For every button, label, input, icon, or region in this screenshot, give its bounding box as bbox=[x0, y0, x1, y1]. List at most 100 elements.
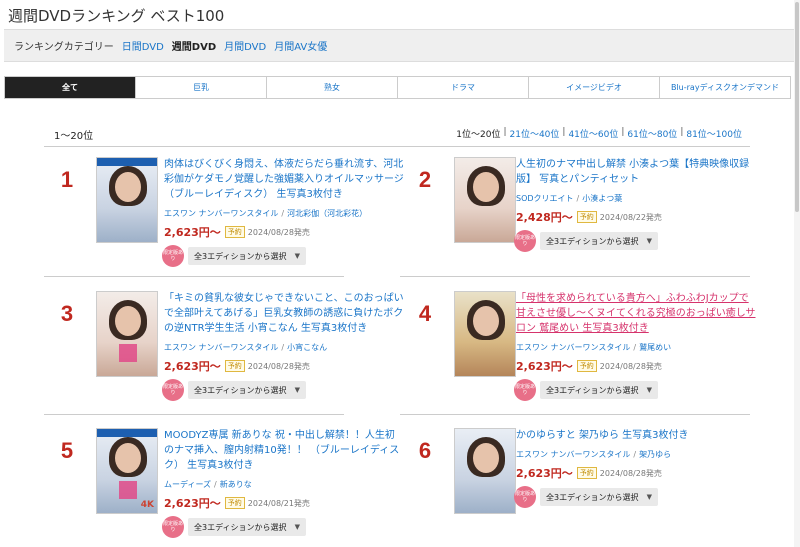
release-date: 2024/08/28発売 bbox=[599, 361, 662, 371]
limited-edition-badge: 限定版あり bbox=[514, 230, 536, 252]
product-cover-image[interactable] bbox=[454, 428, 516, 514]
preorder-badge: 予約 bbox=[576, 360, 597, 372]
range-1-20: 1位〜20位 bbox=[456, 130, 501, 140]
price: 2,623円〜 bbox=[164, 497, 221, 510]
product-cover-image[interactable]: 4K bbox=[96, 428, 158, 514]
edition-select-label: 全3エディションから選択 bbox=[546, 492, 639, 502]
edition-select[interactable]: 全3エディションから選択 ▼ bbox=[188, 518, 306, 536]
edition-select-label: 全3エディションから選択 bbox=[546, 385, 639, 395]
ranking-item-4: 4 「母性を求められている貴方へ」ふわふわJカップで甘えさせ優し〜くヌイてくれる… bbox=[410, 291, 756, 411]
range-61-80[interactable]: 61位〜80位 bbox=[627, 127, 677, 140]
range-81-100[interactable]: 81位〜100位 bbox=[686, 127, 742, 140]
rank-number: 3 bbox=[60, 301, 74, 326]
range-separator: | bbox=[562, 127, 566, 137]
actress-link[interactable]: 架乃ゆら bbox=[639, 450, 671, 459]
price: 2,623円〜 bbox=[516, 467, 573, 480]
preorder-badge: 予約 bbox=[224, 497, 245, 509]
ranking-item-3: 3 「キミの貧乳な彼女じゃできないこと、このおっぱいで全部叶えてあげる」巨乳女教… bbox=[52, 291, 404, 411]
maker-link[interactable]: エスワン ナンバーワンスタイル bbox=[164, 209, 278, 218]
product-cover-image[interactable] bbox=[96, 291, 158, 377]
edition-select-label: 全3エディションから選択 bbox=[194, 522, 287, 532]
edition-select[interactable]: 全3エディションから選択 ▼ bbox=[540, 381, 658, 399]
category-daily-dvd[interactable]: 日間DVD bbox=[122, 38, 164, 53]
tab-bluray-on-demand[interactable]: Blu-rayディスクオンデマンド bbox=[659, 77, 790, 98]
edition-select[interactable]: 全3エディションから選択 ▼ bbox=[188, 247, 306, 265]
release-date: 2024/08/22発売 bbox=[599, 212, 662, 222]
scrollbar-thumb[interactable] bbox=[795, 2, 799, 212]
preorder-badge: 予約 bbox=[224, 226, 245, 238]
price: 2,623円〜 bbox=[516, 360, 573, 373]
price: 2,428円〜 bbox=[516, 211, 573, 224]
maker-link[interactable]: エスワン ナンバーワンスタイル bbox=[516, 450, 630, 459]
actress-link[interactable]: 新ありな bbox=[220, 480, 252, 489]
limited-edition-badge: 限定版あり bbox=[162, 379, 184, 401]
rank-number: 2 bbox=[418, 167, 432, 192]
product-title-link[interactable]: 肉体はびくびく身悶え、体液だらだら垂れ流す、河北彩伽がケダモノ覚醒した強媚薬入り… bbox=[164, 157, 404, 202]
category-monthly-actress[interactable]: 月間AV女優 bbox=[274, 38, 327, 53]
product-cover-image[interactable] bbox=[454, 157, 516, 243]
edition-select[interactable]: 全3エディションから選択 ▼ bbox=[188, 381, 306, 399]
edition-select-label: 全3エディションから選択 bbox=[546, 236, 639, 246]
4k-mark: 4K bbox=[140, 500, 154, 510]
page-title: 週間DVDランキング ベスト100 bbox=[8, 7, 225, 25]
release-date: 2024/08/28発売 bbox=[247, 361, 310, 371]
edition-select[interactable]: 全3エディションから選択 ▼ bbox=[540, 488, 658, 506]
maker-link[interactable]: エスワン ナンバーワンスタイル bbox=[516, 343, 630, 352]
divider bbox=[44, 414, 344, 415]
range-41-60[interactable]: 41位〜60位 bbox=[568, 127, 618, 140]
product-title-link[interactable]: 人生初のナマ中出し解禁 小湊よつ葉【特典映像収録版】 写真とパンティセット bbox=[516, 157, 756, 187]
tab-all[interactable]: 全て bbox=[5, 77, 135, 98]
divider bbox=[400, 414, 750, 415]
rank-number: 6 bbox=[418, 438, 432, 463]
category-bar: ランキングカテゴリー 日間DVD 週間DVD 月間DVD 月間AV女優 bbox=[4, 29, 796, 62]
limited-edition-badge: 限定版あり bbox=[162, 516, 184, 538]
genre-tabs: 全て 巨乳 熟女 ドラマ イメージビデオ Blu-rayディスクオンデマンド bbox=[4, 76, 791, 99]
release-date: 2024/08/28発売 bbox=[247, 227, 310, 237]
limited-edition-badge: 限定版あり bbox=[514, 486, 536, 508]
chevron-down-icon: ▼ bbox=[646, 386, 652, 394]
ranking-item-5: 5 4K MOODYZ専属 新ありな 祝・中出し解禁！！人生初のナマ挿入、膣内射… bbox=[52, 428, 399, 547]
tab-drama[interactable]: ドラマ bbox=[397, 77, 528, 98]
edition-select-label: 全3エディションから選択 bbox=[194, 385, 287, 395]
product-title-link[interactable]: 「母性を求められている貴方へ」ふわふわJカップで甘えさせ優し〜くヌイてくれる究極… bbox=[516, 291, 756, 336]
current-range-label: 1〜20位 bbox=[54, 131, 94, 142]
edition-select-label: 全3エディションから選択 bbox=[194, 251, 287, 261]
divider bbox=[44, 146, 750, 147]
release-date: 2024/08/21発売 bbox=[247, 498, 310, 508]
actress-link[interactable]: 鷲尾めい bbox=[639, 343, 671, 352]
actress-link[interactable]: 小宵こなん bbox=[287, 343, 327, 352]
ranking-item-1: 1 肉体はびくびく身悶え、体液だらだら垂れ流す、河北彩伽がケダモノ覚醒した強媚薬… bbox=[52, 157, 404, 277]
maker-link[interactable]: エスワン ナンバーワンスタイル bbox=[164, 343, 278, 352]
product-cover-image[interactable] bbox=[96, 157, 158, 243]
range-separator: | bbox=[621, 127, 625, 137]
divider bbox=[400, 276, 750, 277]
tab-jukujo[interactable]: 熟女 bbox=[266, 77, 397, 98]
chevron-down-icon: ▼ bbox=[294, 386, 300, 394]
maker-link[interactable]: SODクリエイト bbox=[516, 194, 574, 203]
category-monthly-dvd[interactable]: 月間DVD bbox=[224, 38, 266, 53]
ranking-item-2: 2 人生初のナマ中出し解禁 小湊よつ葉【特典映像収録版】 写真とパンティセット … bbox=[410, 157, 749, 277]
product-cover-image[interactable] bbox=[454, 291, 516, 377]
range-separator: | bbox=[503, 127, 507, 137]
limited-edition-badge: 限定版あり bbox=[514, 379, 536, 401]
scrollbar[interactable] bbox=[794, 0, 800, 547]
preorder-badge: 予約 bbox=[224, 360, 245, 372]
category-weekly-dvd: 週間DVD bbox=[171, 42, 217, 53]
actress-link[interactable]: 小湊よつ葉 bbox=[582, 194, 622, 203]
range-21-40[interactable]: 21位〜40位 bbox=[510, 127, 560, 140]
edition-select[interactable]: 全3エディションから選択 ▼ bbox=[540, 232, 658, 250]
limited-edition-badge: 限定版あり bbox=[162, 245, 184, 267]
tab-kyonyu[interactable]: 巨乳 bbox=[135, 77, 266, 98]
tab-image-video[interactable]: イメージビデオ bbox=[528, 77, 659, 98]
product-title-link[interactable]: 「キミの貧乳な彼女じゃできないこと、このおっぱいで全部叶えてあげる」巨乳女教師の… bbox=[164, 291, 404, 336]
ranking-item-6: 6 かのゆらすと 架乃ゆら 生写真3枚付き エスワン ナンバーワンスタイル / 架乃… bbox=[410, 428, 720, 547]
preorder-badge: 予約 bbox=[576, 211, 597, 223]
divider bbox=[44, 276, 344, 277]
rank-number: 5 bbox=[60, 438, 74, 463]
actress-link[interactable]: 河北彩伽（河北彩花） bbox=[287, 209, 367, 218]
release-date: 2024/08/28発売 bbox=[599, 468, 662, 478]
maker-link[interactable]: ムーディーズ bbox=[164, 480, 211, 489]
rank-number: 1 bbox=[60, 167, 74, 192]
product-title-link[interactable]: かのゆらすと 架乃ゆら 生写真3枚付き bbox=[516, 428, 756, 443]
product-title-link[interactable]: MOODYZ専属 新ありな 祝・中出し解禁！！人生初のナマ挿入、膣内射精10発！… bbox=[164, 428, 404, 473]
